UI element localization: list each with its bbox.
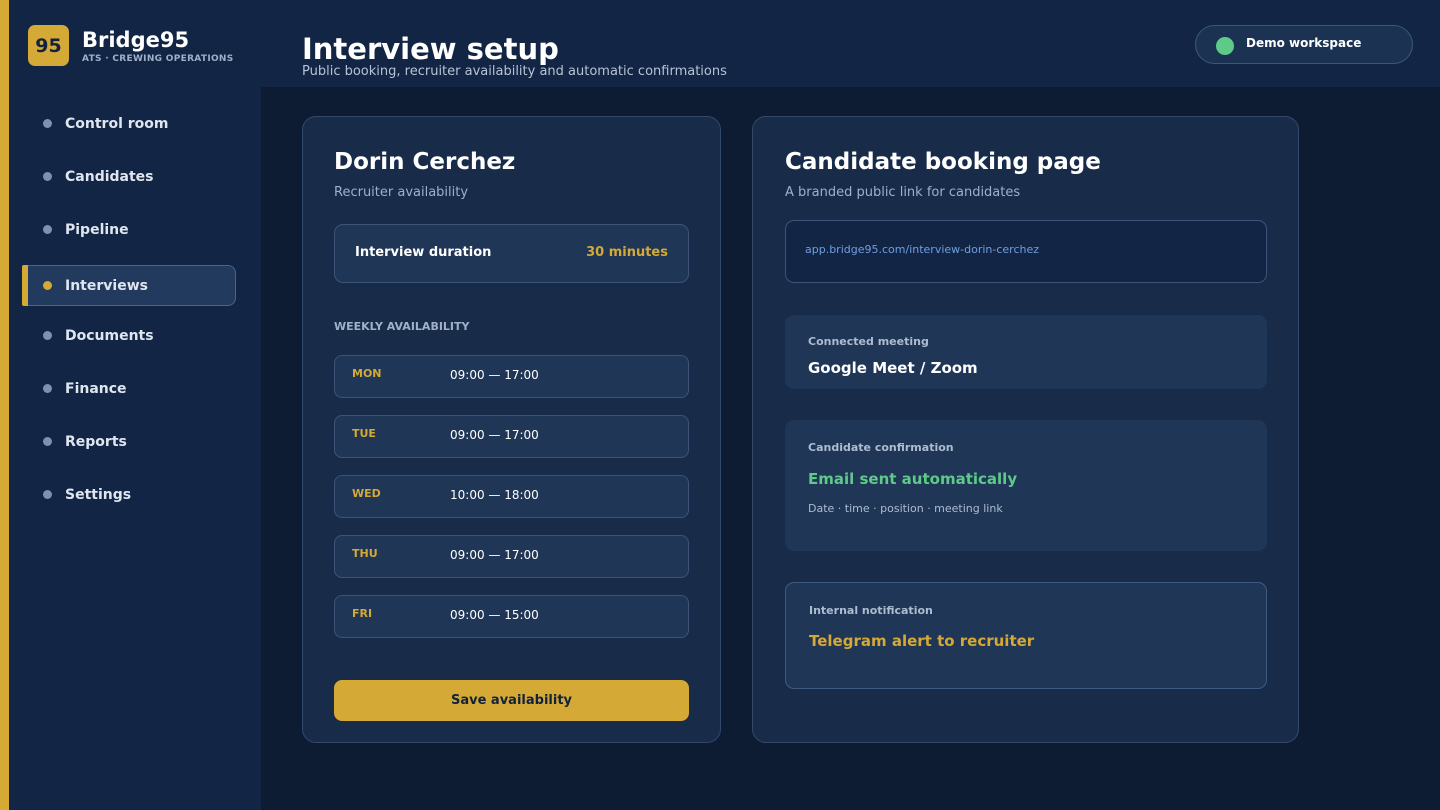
meeting-label: Connected meeting [808, 335, 929, 348]
booking-subtitle: A branded public link for candidates [785, 185, 1021, 200]
connected-meeting-panel: Connected meeting Google Meet / Zoom [785, 315, 1267, 389]
nav-dot-icon [43, 437, 52, 446]
day-name: THU [352, 547, 378, 560]
sidebar-item-control-room[interactable]: Control room [22, 103, 236, 144]
nav-dot-icon [43, 119, 52, 128]
sidebar-item-label: Control room [65, 115, 169, 132]
app-name: Bridge95 [82, 28, 190, 52]
logo-badge[interactable]: 95 [28, 25, 69, 66]
app-tagline: ATS · CREWING OPERATIONS [82, 54, 234, 64]
page-subtitle: Public booking, recruiter availability a… [302, 64, 727, 79]
sidebar-item-candidates[interactable]: Candidates [22, 156, 236, 197]
day-row-wed[interactable]: WED 10:00 — 18:00 [334, 475, 689, 518]
availability-card: Dorin Cerchez Recruiter availability Int… [302, 116, 721, 743]
notification-value: Telegram alert to recruiter [809, 632, 1035, 650]
save-availability-button[interactable]: Save availability [334, 680, 689, 721]
sidebar-item-label: Interviews [65, 277, 148, 294]
nav-dot-icon [43, 490, 52, 499]
accent-strip [0, 0, 9, 810]
sidebar-item-label: Reports [65, 433, 127, 450]
meeting-value: Google Meet / Zoom [808, 359, 978, 377]
nav-dot-icon [43, 281, 52, 290]
sidebar-item-interviews[interactable]: Interviews [22, 265, 236, 306]
day-hours: 09:00 — 17:00 [450, 428, 539, 442]
internal-notification-panel: Internal notification Telegram alert to … [785, 582, 1267, 689]
nav-dot-icon [43, 225, 52, 234]
sidebar-item-documents[interactable]: Documents [22, 315, 236, 356]
sidebar-item-pipeline[interactable]: Pipeline [22, 209, 236, 250]
sidebar-item-label: Documents [65, 327, 154, 344]
day-row-tue[interactable]: TUE 09:00 — 17:00 [334, 415, 689, 458]
day-name: TUE [352, 427, 376, 440]
interview-duration-field[interactable]: Interview duration 30 minutes [334, 224, 689, 283]
notification-label: Internal notification [809, 604, 933, 617]
recruiter-name: Dorin Cerchez [334, 149, 516, 175]
sidebar-item-label: Candidates [65, 168, 154, 185]
confirmation-detail: Date · time · position · meeting link [808, 502, 1003, 515]
duration-value: 30 minutes [586, 245, 668, 260]
booking-page-card: Candidate booking page A branded public … [752, 116, 1299, 743]
day-name: WED [352, 487, 381, 500]
sidebar-item-label: Pipeline [65, 221, 129, 238]
page-title: Interview setup [302, 32, 559, 66]
confirmation-label: Candidate confirmation [808, 441, 954, 454]
sidebar-item-label: Finance [65, 380, 127, 397]
sidebar-item-reports[interactable]: Reports [22, 421, 236, 462]
sidebar-item-label: Settings [65, 486, 132, 503]
day-row-mon[interactable]: MON 09:00 — 17:00 [334, 355, 689, 398]
availability-subtitle: Recruiter availability [334, 185, 469, 200]
booking-link-field[interactable]: app.bridge95.com/interview-dorin-cerchez [785, 220, 1267, 283]
booking-link[interactable]: app.bridge95.com/interview-dorin-cerchez [805, 243, 1039, 256]
day-hours: 09:00 — 17:00 [450, 368, 539, 382]
day-row-fri[interactable]: FRI 09:00 — 15:00 [334, 595, 689, 638]
nav-dot-icon [43, 172, 52, 181]
day-row-thu[interactable]: THU 09:00 — 17:00 [334, 535, 689, 578]
sidebar-item-finance[interactable]: Finance [22, 368, 236, 409]
status-dot-icon [1216, 37, 1234, 55]
day-hours: 09:00 — 17:00 [450, 548, 539, 562]
workspace-label: Demo workspace [1246, 36, 1362, 50]
confirmation-value: Email sent automatically [808, 470, 1018, 488]
workspace-switcher[interactable]: Demo workspace [1195, 25, 1413, 64]
day-hours: 10:00 — 18:00 [450, 488, 539, 502]
sidebar-item-settings[interactable]: Settings [22, 474, 236, 515]
duration-label: Interview duration [355, 245, 492, 260]
day-hours: 09:00 — 15:00 [450, 608, 539, 622]
weekly-availability-heading: WEEKLY AVAILABILITY [334, 320, 470, 333]
candidate-confirmation-panel: Candidate confirmation Email sent automa… [785, 420, 1267, 551]
day-name: FRI [352, 607, 373, 620]
booking-title: Candidate booking page [785, 149, 1101, 175]
day-name: MON [352, 367, 382, 380]
nav-dot-icon [43, 384, 52, 393]
nav-dot-icon [43, 331, 52, 340]
